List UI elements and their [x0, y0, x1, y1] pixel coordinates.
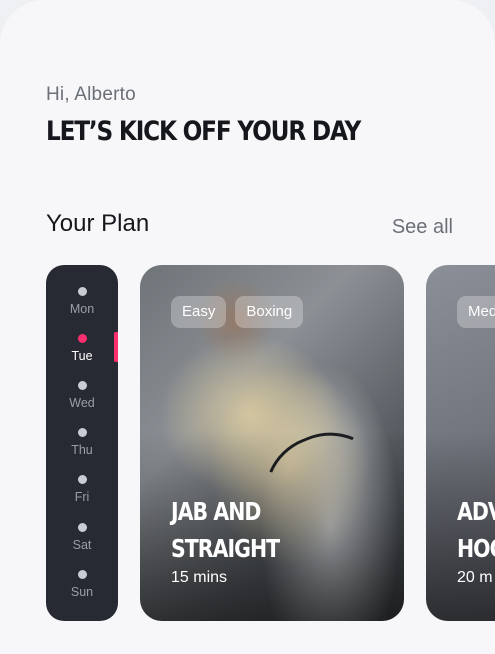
day-item-thu[interactable]: Thu: [46, 428, 118, 457]
difficulty-tag: Easy: [171, 296, 227, 328]
day-item-sat[interactable]: Sat: [46, 523, 118, 552]
workout-title-line: STRAIGHT: [171, 534, 280, 563]
day-label: Thu: [71, 443, 93, 457]
difficulty-tag: Med: [457, 296, 495, 328]
plan-section-title: Your Plan: [46, 210, 150, 237]
day-dot: [77, 570, 87, 579]
workout-title: JAB AND STRAIGHT: [171, 493, 351, 567]
workout-tags: Med: [457, 296, 495, 328]
workout-title-line: HOO: [457, 534, 495, 563]
greeting-text: Hi, Alberto: [46, 84, 136, 105]
active-day-indicator: [114, 332, 118, 362]
day-item-mon[interactable]: Mon: [46, 287, 118, 316]
home-screen: Hi, Alberto LET’S KICK OFF YOUR DAY Your…: [0, 0, 495, 654]
workout-card[interactable]: Easy Boxing JAB AND STRAIGHT 15 mins: [140, 265, 404, 621]
page-headline: LET’S KICK OFF YOUR DAY: [46, 116, 361, 147]
day-dot: [77, 381, 87, 390]
workout-title-line: ADV: [457, 497, 495, 526]
day-label: Tue: [71, 349, 93, 363]
workout-card[interactable]: Med ADV HOO 20 m: [426, 265, 495, 621]
workout-duration: 15 mins: [171, 569, 228, 586]
day-label: Sat: [72, 538, 92, 552]
workout-duration: 20 m: [457, 569, 493, 586]
see-all-link[interactable]: See all: [392, 216, 453, 239]
day-label: Mon: [69, 302, 95, 316]
day-label: Sun: [70, 585, 94, 599]
day-item-sun[interactable]: Sun: [46, 570, 118, 599]
day-dot: [77, 428, 87, 437]
day-selector: Mon Tue Wed Thu Fri Sat Sun: [46, 265, 118, 621]
day-item-wed[interactable]: Wed: [46, 381, 118, 410]
workout-title: ADV HOO: [457, 493, 495, 567]
day-dot: [77, 475, 87, 484]
day-dot: [77, 287, 87, 296]
category-tag: Boxing: [235, 296, 304, 328]
day-dot-active: [77, 334, 87, 343]
day-dot: [77, 523, 87, 532]
day-label: Fri: [74, 490, 90, 504]
workout-tags: Easy Boxing: [171, 296, 304, 328]
workout-title-line: JAB AND: [171, 497, 261, 526]
day-item-tue[interactable]: Tue: [46, 334, 118, 363]
day-label: Wed: [69, 396, 95, 410]
day-item-fri[interactable]: Fri: [46, 475, 118, 504]
